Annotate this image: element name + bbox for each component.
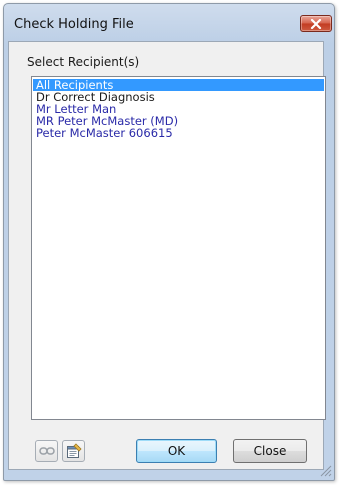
- properties-icon: [66, 443, 82, 458]
- resize-grip[interactable]: [318, 463, 332, 477]
- window-close-button[interactable]: [300, 15, 332, 32]
- close-icon: [310, 18, 322, 29]
- link-icon: [38, 447, 55, 455]
- title-bar[interactable]: Check Holding File: [4, 4, 334, 42]
- close-button[interactable]: Close: [233, 439, 307, 463]
- list-item-peter-mcmaster-606615[interactable]: Peter McMaster 606615: [32, 127, 325, 139]
- select-recipients-label: Select Recipient(s): [27, 55, 140, 69]
- properties-button[interactable]: [62, 440, 85, 462]
- ok-button[interactable]: OK: [136, 439, 217, 463]
- recipient-list[interactable]: All Recipients Dr Correct Diagnosis Mr L…: [31, 76, 326, 420]
- window-title: Check Holding File: [14, 17, 134, 32]
- link-button[interactable]: [35, 440, 58, 462]
- resize-grip-icon: [320, 465, 332, 477]
